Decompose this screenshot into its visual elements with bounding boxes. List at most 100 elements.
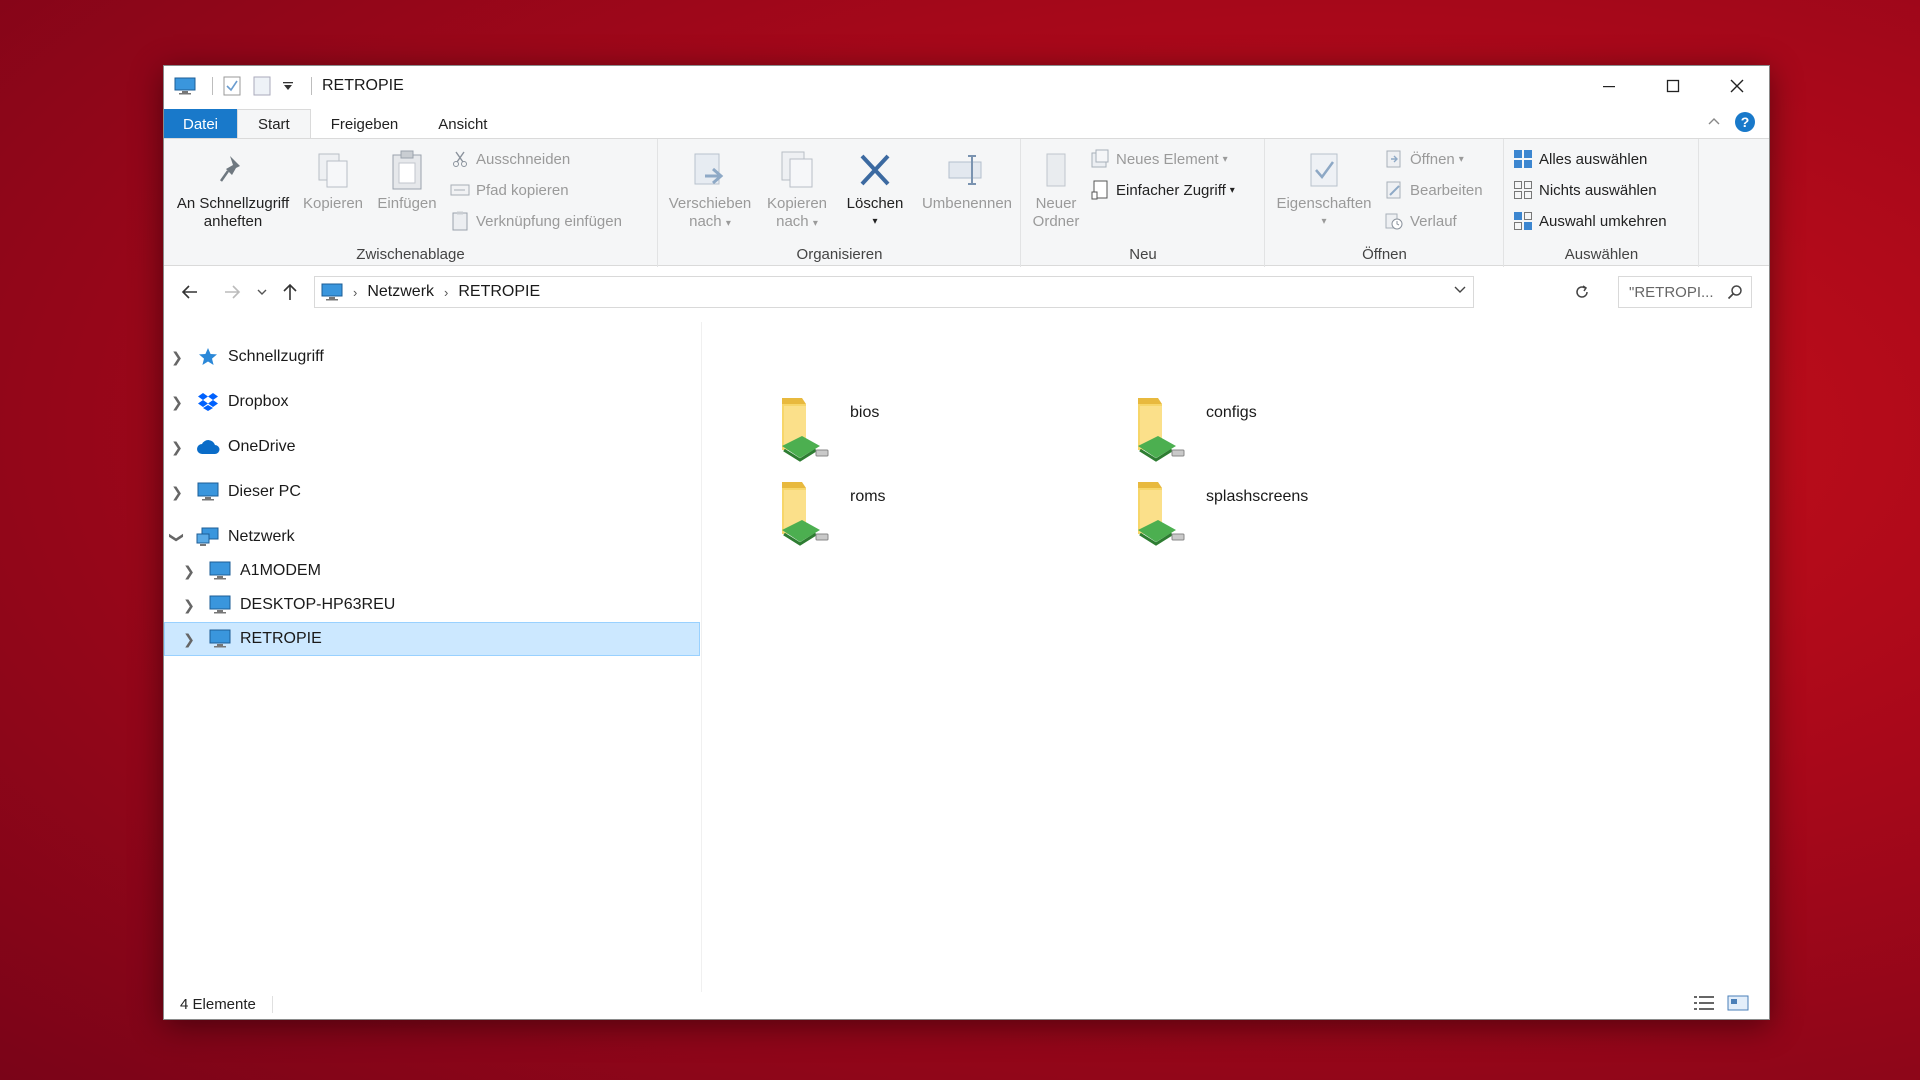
new-folder-icon[interactable] — [251, 75, 273, 97]
minimize-button[interactable] — [1577, 66, 1641, 106]
search-input[interactable]: "RETROPI... — [1618, 276, 1752, 308]
chevron-right-icon[interactable]: ❯ — [176, 597, 202, 614]
paste-button[interactable]: Einfügen — [370, 147, 444, 213]
open-icon — [1384, 149, 1404, 169]
properties-button[interactable]: Eigenschaften ▾ — [1272, 147, 1376, 231]
monitor-icon — [208, 559, 232, 583]
open-button[interactable]: Öffnen ▾ — [1384, 147, 1464, 171]
group-label-organisieren: Organisieren — [796, 246, 883, 263]
chevron-down-icon[interactable]: ❯ — [169, 524, 186, 550]
maximize-button[interactable] — [1641, 66, 1705, 106]
navigation-pane: ❯ Schnellzugriff ❯ Dropbox ❯ OneDrive ❯ … — [164, 322, 702, 992]
monitor-icon — [208, 627, 232, 651]
nav-item-schnellzugriff[interactable]: ❯ Schnellzugriff — [164, 340, 700, 374]
edit-button[interactable]: Bearbeiten — [1384, 178, 1483, 202]
properties-check-icon[interactable] — [221, 75, 243, 97]
address-bar[interactable]: › Netzwerk › RETROPIE — [314, 276, 1474, 308]
minimize-icon — [1603, 86, 1615, 88]
tab-ansicht[interactable]: Ansicht — [418, 109, 507, 139]
shared-folder-icon — [782, 398, 829, 462]
close-icon — [1730, 79, 1744, 93]
view-buttons — [1693, 993, 1749, 1013]
chevron-right-icon[interactable]: ❯ — [164, 349, 190, 366]
address-row: › Netzwerk › RETROPIE "RETROPI... — [164, 276, 1769, 308]
nav-item-desktop-hp63reu[interactable]: ❯ DESKTOP-HP63REU — [164, 588, 700, 622]
address-dropdown-icon[interactable] — [1453, 283, 1467, 297]
close-button[interactable] — [1705, 66, 1769, 106]
shared-folder-icon — [1138, 398, 1185, 462]
chevron-right-icon[interactable]: ❯ — [176, 563, 202, 580]
chevron-right-icon[interactable]: ❯ — [164, 484, 190, 501]
breadcrumb-chevron-icon[interactable]: › — [444, 285, 448, 300]
window-controls — [1577, 66, 1769, 106]
chevron-right-icon[interactable]: ❯ — [164, 394, 190, 411]
new-item-button[interactable]: Neues Element ▾ — [1090, 147, 1228, 171]
window-title: RETROPIE — [322, 77, 404, 94]
invert-selection-icon — [1513, 211, 1533, 231]
pin-quick-access-button[interactable]: An Schnellzugriff anheften — [172, 147, 294, 231]
new-item-dropdown-icon: ▾ — [1222, 153, 1228, 165]
arrow-up-icon — [283, 283, 297, 300]
chevron-right-icon[interactable]: ❯ — [164, 439, 190, 456]
details-view-button[interactable] — [1693, 993, 1715, 1013]
nav-item-a1modem[interactable]: ❯ A1MODEM — [164, 554, 700, 588]
tiles-view-button[interactable] — [1727, 993, 1749, 1013]
folder-tile-bios[interactable]: bios — [776, 394, 1116, 470]
search-icon — [1727, 284, 1743, 304]
new-folder-icon — [1046, 153, 1066, 187]
delete-button[interactable]: Löschen ▾ — [841, 147, 909, 231]
delete-dropdown-icon: ▾ — [872, 216, 878, 227]
divider — [212, 77, 213, 95]
refresh-icon — [1576, 285, 1588, 298]
folder-tile-splashscreens[interactable]: splashscreens — [1132, 478, 1472, 554]
back-button[interactable] — [178, 280, 202, 304]
group-label-auswaehlen: Auswählen — [1564, 246, 1639, 263]
cut-button[interactable]: Ausschneiden — [450, 147, 570, 171]
status-bar: 4 Elemente — [164, 989, 1769, 1019]
breadcrumb-netzwerk[interactable]: Netzwerk — [367, 283, 434, 301]
copy-icon — [318, 153, 348, 188]
tab-datei[interactable]: Datei — [164, 109, 238, 139]
up-button[interactable] — [278, 280, 302, 304]
refresh-button[interactable] — [1570, 280, 1594, 304]
item-count: 4 Elemente — [164, 995, 273, 1013]
explorer-window: RETROPIE Datei Start Freigeben Ansicht ? — [163, 65, 1770, 1020]
breadcrumb-chevron-icon[interactable]: › — [353, 285, 357, 300]
copy-path-button[interactable]: Pfad kopieren — [450, 178, 569, 202]
customize-dropdown-icon[interactable] — [281, 75, 295, 97]
nav-item-onedrive[interactable]: ❯ OneDrive — [164, 430, 700, 464]
nav-item-retropie[interactable]: ❯ RETROPIE — [164, 622, 700, 656]
forward-button[interactable] — [220, 280, 244, 304]
history-button[interactable]: Verlauf — [1384, 209, 1457, 233]
copy-button[interactable]: Kopieren — [300, 147, 366, 213]
paste-label: Einfügen — [377, 195, 437, 212]
properties-icon — [1310, 153, 1338, 187]
pin-icon — [219, 156, 240, 182]
recent-locations-button[interactable] — [254, 280, 270, 304]
collapse-ribbon-icon[interactable] — [1707, 113, 1721, 131]
help-icon[interactable]: ? — [1735, 112, 1755, 132]
tab-freigeben[interactable]: Freigeben — [311, 109, 419, 139]
shared-folder-icon — [1138, 482, 1185, 546]
tab-start[interactable]: Start — [237, 109, 311, 139]
select-none-button[interactable]: Nichts auswählen — [1513, 178, 1657, 202]
nav-item-dropbox[interactable]: ❯ Dropbox — [164, 385, 700, 419]
folder-tile-roms[interactable]: roms — [776, 478, 1116, 554]
new-folder-button[interactable]: Neuer Ordner — [1026, 147, 1086, 231]
folder-tile-configs[interactable]: configs — [1132, 394, 1472, 470]
nav-item-netzwerk[interactable]: ❯ Netzwerk — [164, 520, 700, 554]
easy-access-button[interactable]: Einfacher Zugriff ▾ — [1090, 178, 1235, 202]
content-pane: bios configs roms splashscreens — [704, 322, 1770, 992]
computer-icon[interactable] — [174, 75, 196, 97]
delete-x-icon — [860, 154, 890, 186]
move-to-button[interactable]: Verschieben nach ▾ — [665, 147, 755, 233]
select-all-icon — [1513, 149, 1533, 169]
copy-to-button[interactable]: Kopieren nach ▾ — [759, 147, 835, 233]
rename-button[interactable]: Umbenennen — [915, 147, 1019, 213]
paste-shortcut-button[interactable]: Verknüpfung einfügen — [450, 209, 622, 233]
select-all-button[interactable]: Alles auswählen — [1513, 147, 1647, 171]
invert-selection-button[interactable]: Auswahl umkehren — [1513, 209, 1667, 233]
chevron-right-icon[interactable]: ❯ — [176, 631, 202, 648]
breadcrumb-retropie[interactable]: RETROPIE — [458, 283, 540, 301]
nav-item-dieser-pc[interactable]: ❯ Dieser PC — [164, 475, 700, 509]
